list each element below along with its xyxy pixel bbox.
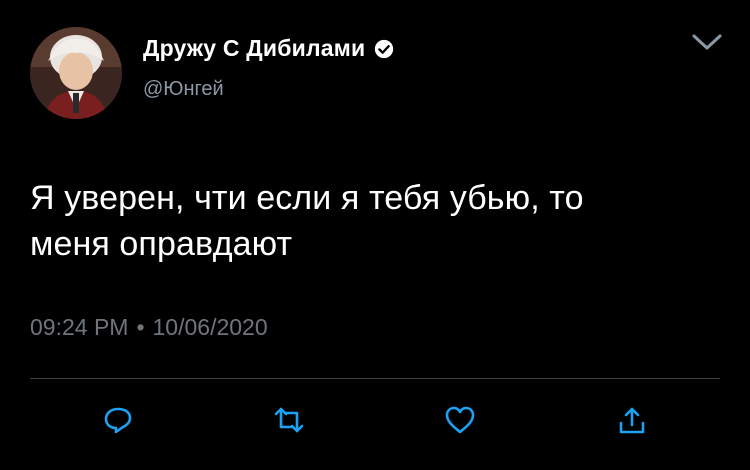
handle[interactable]: @Юнгей — [143, 78, 224, 101]
reply-icon — [104, 407, 132, 434]
action-bar — [0, 400, 750, 450]
display-name[interactable]: Дружу С Дибилами — [143, 35, 365, 62]
name-line: Дружу С Дибилами — [143, 35, 395, 62]
share-icon — [619, 407, 645, 434]
avatar-image — [30, 27, 122, 119]
meta-separator: • — [136, 314, 145, 340]
tweet-meta: 09:24 PM • 10/06/2020 — [30, 314, 268, 341]
retweet-icon — [274, 407, 304, 433]
tweet-text-line-1: Я уверен, чти если я тебя убью, то — [30, 179, 584, 217]
tweet-date[interactable]: 10/06/2020 — [153, 314, 268, 341]
verified-badge-icon — [375, 39, 394, 58]
chevron-down-icon[interactable] — [691, 31, 723, 53]
avatar[interactable] — [30, 27, 122, 119]
like-button[interactable] — [440, 400, 480, 440]
divider — [30, 378, 720, 379]
reply-button[interactable] — [98, 400, 138, 440]
heart-icon — [445, 406, 475, 434]
share-button[interactable] — [612, 400, 652, 440]
tweet-text: Я уверен, чти если я тебя убью, то меня … — [30, 175, 720, 267]
tweet-header: Дружу С Дибилами @Юнгей — [30, 27, 723, 122]
tweet-text-line-2: меня оправдают — [30, 225, 293, 263]
tweet-time[interactable]: 09:24 PM — [30, 314, 128, 341]
retweet-button[interactable] — [269, 400, 309, 440]
